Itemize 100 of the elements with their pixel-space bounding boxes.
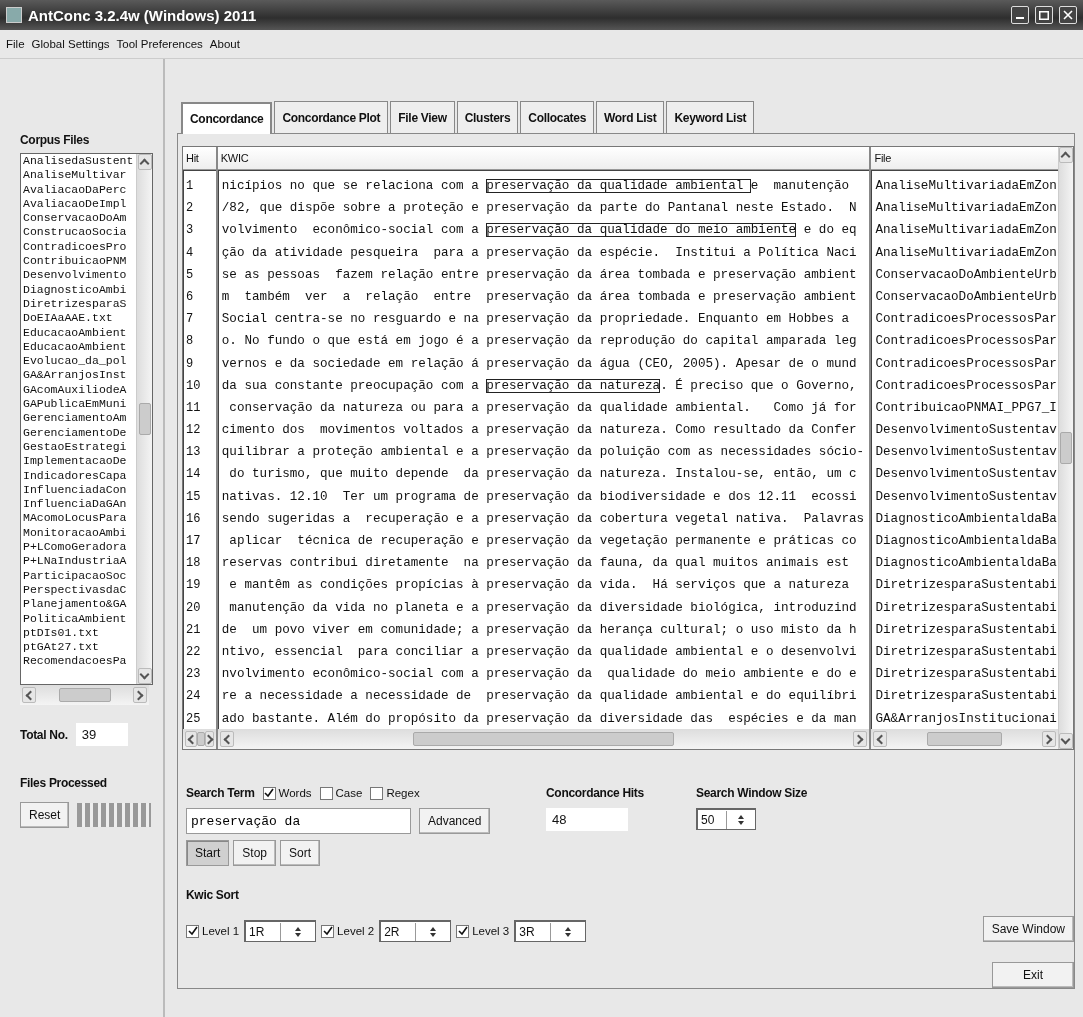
file-item[interactable]: EducacaoAmbient bbox=[23, 325, 136, 340]
file-item[interactable]: InfluenciadaCon bbox=[23, 482, 136, 498]
file-item[interactable]: PoliticaAmbient bbox=[23, 611, 136, 626]
file-item[interactable]: ParticipacaoSoc bbox=[23, 568, 136, 583]
file-item[interactable]: GerenciamentoDe bbox=[23, 425, 136, 440]
file-item[interactable]: GA&ArranjosInst bbox=[23, 368, 136, 383]
file-item[interactable]: EducacaoAmbient bbox=[23, 339, 136, 355]
checkbox[interactable] bbox=[262, 786, 276, 800]
file-item[interactable]: DiretrizesparaS bbox=[23, 296, 136, 312]
file-item[interactable]: AnaliseMultivar bbox=[23, 168, 136, 183]
hit-number: 17 bbox=[185, 533, 202, 550]
maximize-icon bbox=[1039, 10, 1049, 20]
hit-number: 23 bbox=[185, 666, 202, 684]
tab[interactable]: Clusters bbox=[456, 101, 519, 133]
tab[interactable]: Collocates bbox=[520, 101, 595, 133]
window-title: AntConc 3.2.4w (Windows) 2011 bbox=[28, 6, 258, 24]
file-item[interactable]: InfluenciaDaGAn bbox=[23, 497, 136, 512]
menu-item[interactable]: About bbox=[209, 38, 240, 50]
file-item[interactable]: ptDIs01.txt bbox=[23, 625, 136, 641]
action-button[interactable]: Save Window bbox=[982, 916, 1074, 942]
file-name: DiagnosticoAmbientaldaBa bbox=[874, 510, 1058, 528]
file-item[interactable]: Evolucao_da_pol bbox=[23, 354, 136, 369]
file-item[interactable]: Desenvolvimento bbox=[23, 268, 136, 283]
tab[interactable]: File View bbox=[390, 101, 455, 133]
action-button[interactable]: Start bbox=[186, 840, 230, 866]
search-field[interactable]: preservação da bbox=[186, 808, 411, 834]
file-item[interactable]: AnalisedaSustent bbox=[23, 154, 136, 169]
file-item[interactable]: ContribuicaoPNM bbox=[23, 254, 136, 269]
checkbox[interactable] bbox=[319, 786, 333, 800]
kwic-line: re a necessidade a necessidade de preservação da qualidade ambiental e do equilíbri bbox=[220, 688, 858, 706]
tab[interactable]: Word List bbox=[596, 101, 665, 133]
action-button[interactable]: Sort bbox=[280, 840, 321, 866]
file-item[interactable]: P+LNaIndustriaA bbox=[23, 554, 136, 569]
file-item[interactable]: DiagnosticoAmbi bbox=[23, 282, 136, 297]
scrollbar[interactable] bbox=[20, 685, 149, 705]
menu-item[interactable]: Global Settings bbox=[31, 38, 110, 50]
file-item[interactable]: RecomendacoesPa bbox=[23, 654, 136, 669]
checkbox-label: Regex bbox=[386, 787, 420, 799]
checkbox[interactable] bbox=[456, 924, 470, 938]
file-item[interactable]: ptGAt27.txt bbox=[23, 640, 136, 655]
tab[interactable]: Concordance Plot bbox=[274, 101, 389, 133]
kwic-line: aplicar técnica de recuperação e preservação da vegetação permanente e práticas co bbox=[228, 533, 858, 550]
kwic-line: reservas contribui diretamente na preservação da fauna, da qual muitos animais est bbox=[220, 555, 851, 573]
hit-number: 2 bbox=[185, 200, 195, 218]
file-item[interactable]: GAcomAuxiliodeA bbox=[23, 382, 136, 398]
checkbox[interactable] bbox=[186, 924, 199, 938]
hit-number: 16 bbox=[185, 510, 202, 528]
file-item[interactable]: DoEIAaAAE.txt bbox=[23, 311, 136, 326]
file-name: AnaliseMultivariadaEmZon bbox=[874, 200, 1058, 218]
tab[interactable]: Concordance bbox=[181, 102, 273, 134]
file-item[interactable]: AvaliacaoDaPerc bbox=[23, 182, 136, 197]
file-item[interactable]: AvaliacaoDeImpl bbox=[23, 196, 136, 212]
file-item[interactable]: P+LComoGeradora bbox=[23, 540, 136, 555]
action-button[interactable]: Exit bbox=[992, 962, 1074, 988]
checkbox[interactable] bbox=[321, 924, 335, 938]
checkbox[interactable] bbox=[370, 786, 384, 800]
file-item[interactable]: IndicadoresCapa bbox=[23, 468, 136, 483]
file-item[interactable]: ImplementacaoDe bbox=[23, 454, 136, 469]
sort-spinner[interactable]: 1R bbox=[244, 920, 317, 942]
scrollbar[interactable] bbox=[136, 154, 152, 684]
file-item[interactable]: ConservacaoDoAm bbox=[23, 211, 136, 226]
kwic-line: o. No fundo o que está em jogo é a preservação da reprodução do capital amparada leg bbox=[220, 333, 858, 351]
file-name: DiretrizesparaSustentabi bbox=[874, 577, 1058, 595]
maximize-button[interactable] bbox=[1035, 6, 1053, 24]
scrollbar[interactable] bbox=[217, 729, 870, 749]
hit-number: 6 bbox=[185, 288, 195, 306]
hit-number: 1 bbox=[185, 178, 195, 195]
advanced-button[interactable]: Advanced bbox=[419, 808, 491, 834]
file-item[interactable]: GAPublicaEmMuni bbox=[23, 397, 136, 412]
tab[interactable]: Keyword List bbox=[666, 101, 755, 133]
sort-spinner[interactable]: 3R bbox=[514, 920, 587, 942]
kwic-line: ção da atividade pesqueira para a preservação da espécie. Institui a Política Naci bbox=[220, 244, 858, 262]
hit-number: 7 bbox=[185, 311, 195, 329]
file-item[interactable]: ContradicoesPro bbox=[23, 239, 136, 255]
hit-number: 8 bbox=[185, 333, 195, 351]
scrollbar[interactable] bbox=[183, 729, 216, 749]
file-item[interactable]: GerenciamentoAm bbox=[23, 411, 136, 426]
reset-button[interactable]: Reset bbox=[20, 802, 70, 828]
close-button[interactable] bbox=[1059, 6, 1077, 24]
window-size-spinner[interactable]: 50 bbox=[696, 808, 756, 830]
menu-item[interactable]: File bbox=[6, 38, 25, 50]
file-item[interactable]: ConstrucaoSocia bbox=[23, 225, 136, 240]
file-name: ContradicoesProcessosPar bbox=[874, 333, 1058, 351]
minimize-button[interactable] bbox=[1011, 6, 1029, 24]
kwic-line: de um povo viver em comunidade; a preservação da herança cultural; o uso misto da h bbox=[220, 621, 858, 639]
kwic-line: se as pessoas fazem relação entre preservação da área tombada e preservação ambient bbox=[220, 266, 858, 284]
scrollbar[interactable] bbox=[871, 729, 1058, 749]
file-item[interactable]: Planejamento&GA bbox=[23, 597, 136, 612]
action-button[interactable]: Stop bbox=[233, 840, 277, 866]
kwic-line: m também ver a relação entre preservação da área tombada e preservação ambient bbox=[220, 288, 858, 306]
sort-spinner[interactable]: 2R bbox=[379, 920, 452, 942]
file-name: DiretrizesparaSustentabi bbox=[874, 666, 1058, 684]
hit-number: 5 bbox=[185, 266, 195, 284]
file-item[interactable]: MonitoracaoAmbi bbox=[23, 525, 136, 540]
file-name: ContribuicaoPNMAI_PPG7_I bbox=[874, 399, 1058, 417]
file-item[interactable]: MAcomoLocusPara bbox=[23, 511, 136, 526]
menu-item[interactable]: Tool Preferences bbox=[116, 38, 203, 50]
file-item[interactable]: GestaoEstrategi bbox=[23, 439, 136, 455]
scrollbar[interactable] bbox=[1057, 147, 1073, 749]
file-item[interactable]: PerspectivasdaC bbox=[23, 582, 136, 598]
